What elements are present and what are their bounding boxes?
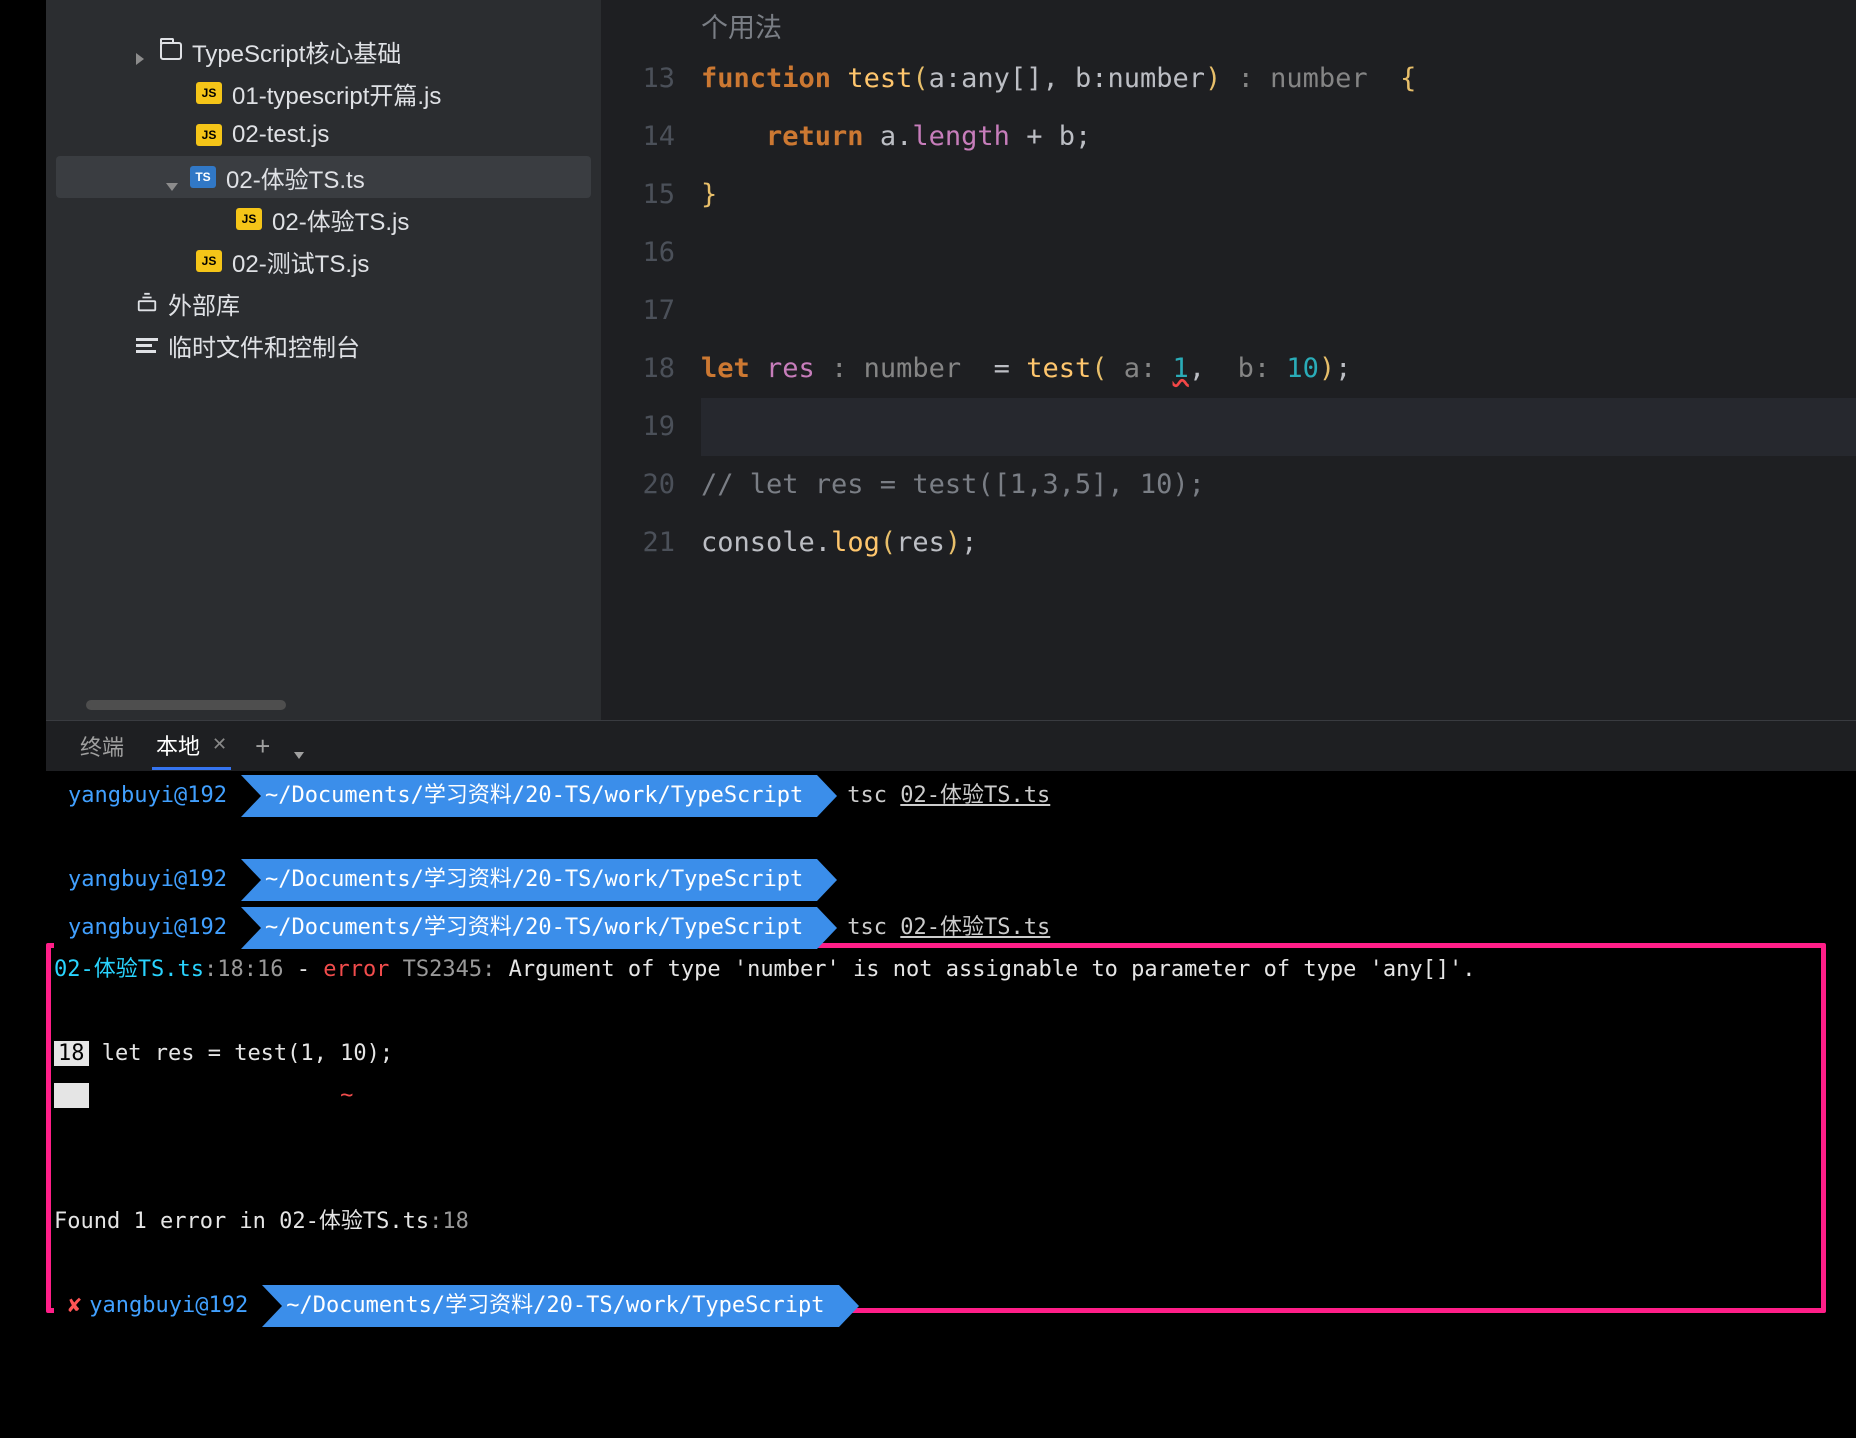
add-terminal-button[interactable]: + (255, 731, 270, 762)
ts-file-icon: TS (190, 166, 216, 188)
prompt-user-host: yangbuyi@192 (54, 775, 241, 817)
tree-label: 临时文件和控制台 (168, 328, 360, 363)
prompt-cwd: ~/Documents/学习资料/20-TS/work/TypeScript (241, 859, 817, 901)
code-line-20: // let res = test([1,3,5], 10); (701, 456, 1856, 514)
prompt-cwd: ~/Documents/学习资料/20-TS/work/TypeScript (241, 907, 817, 949)
line-number: 18 (601, 340, 675, 398)
terminal-prompt-line-1: yangbuyi@192 ~/Documents/学习资料/20-TS/work… (54, 775, 1848, 817)
tree-scratches-consoles[interactable]: 临时文件和控制台 (46, 324, 601, 366)
tree-label: 02-体验TS.ts (226, 160, 365, 195)
tree-label: 外部库 (168, 286, 240, 321)
tree-label: 01-typescript开篇.js (232, 76, 441, 111)
tree-file-02-ceshi-js[interactable]: JS 02-测试TS.js (46, 240, 601, 282)
tree-label: 02-体验TS.js (272, 202, 409, 237)
js-file-icon: JS (196, 82, 222, 104)
prompt-user-host: yangbuyi@192 (54, 859, 241, 901)
terminal-tab-local[interactable]: 本地 ✕ (152, 722, 231, 770)
code-line-15: } (701, 166, 1856, 224)
terminal-dropdown-icon[interactable] (294, 739, 308, 753)
prompt-cwd: ~/Documents/学习资料/20-TS/work/TypeScript (262, 1285, 838, 1327)
code-line-17 (701, 282, 1856, 340)
scratch-icon (136, 334, 158, 356)
tree-label: 02-test.js (232, 121, 329, 149)
line-number: 21 (601, 514, 675, 572)
chevron-right-icon[interactable] (136, 44, 150, 58)
terminal-tab-label: 本地 (156, 729, 200, 761)
tree-file-02-tiyan-js-child[interactable]: JS 02-体验TS.js (46, 198, 601, 240)
terminal-panel: 终端 本地 ✕ + yangbuyi@192 ~/Documents/学习资料/… (46, 720, 1856, 1438)
js-file-icon: JS (196, 250, 222, 272)
project-tree-sidebar[interactable]: TypeScript核心基础 JS 01-typescript开篇.js JS … (46, 0, 601, 720)
line-number: 20 (601, 456, 675, 514)
prompt-user-host: yangbuyi@192 (54, 907, 241, 949)
editor-sidebar-split: TypeScript核心基础 JS 01-typescript开篇.js JS … (46, 0, 1856, 720)
annotation-highlight-box (46, 943, 1826, 1313)
line-number: 16 (601, 224, 675, 282)
line-number: 13 (601, 50, 675, 108)
code-editor[interactable]: 13 14 15 16 17 18 19 20 21 个用法 function … (601, 0, 1856, 720)
close-icon[interactable]: ✕ (212, 734, 227, 755)
code-line-19-caret (701, 398, 1856, 456)
tree-file-01-typescript[interactable]: JS 01-typescript开篇.js (46, 72, 601, 114)
terminal-command: tsc 02-体验TS.ts (847, 775, 1050, 817)
line-number: 19 (601, 398, 675, 456)
terminal-tab-bar: 终端 本地 ✕ + (46, 721, 1856, 771)
code-line-13: function test(a:any[], b:number) : numbe… (701, 50, 1856, 108)
library-icon (136, 292, 158, 314)
ide-window: TypeScript核心基础 JS 01-typescript开篇.js JS … (46, 0, 1856, 1438)
prompt-user-host: ✘yangbuyi@192 (54, 1285, 262, 1327)
code-line-14: return a.length + b; (701, 108, 1856, 166)
terminal-prompt-line-2: yangbuyi@192 ~/Documents/学习资料/20-TS/work… (54, 859, 1848, 901)
tree-file-02-test[interactable]: JS 02-test.js (46, 114, 601, 156)
error-status-icon: ✘ (68, 1285, 81, 1327)
code-content[interactable]: 个用法 function test(a:any[], b:number) : n… (701, 20, 1856, 720)
sidebar-horizontal-scrollbar[interactable] (86, 700, 286, 710)
tree-label: 02-测试TS.js (232, 244, 369, 279)
chevron-down-icon[interactable] (166, 170, 180, 184)
terminal-tab-label: 终端 (80, 730, 124, 762)
code-line-21: console.log(res); (701, 514, 1856, 572)
tree-label: TypeScript核心基础 (192, 34, 401, 69)
terminal-tab-main[interactable]: 终端 (76, 722, 128, 770)
line-number: 14 (601, 108, 675, 166)
js-file-icon: JS (236, 208, 262, 230)
js-file-icon: JS (196, 124, 222, 146)
line-number-gutter: 13 14 15 16 17 18 19 20 21 (601, 20, 701, 720)
line-number: 15 (601, 166, 675, 224)
terminal-output[interactable]: yangbuyi@192 ~/Documents/学习资料/20-TS/work… (46, 771, 1856, 1438)
tree-folder-typescript-basics[interactable]: TypeScript核心基础 (46, 30, 601, 72)
prompt-cwd: ~/Documents/学习资料/20-TS/work/TypeScript (241, 775, 817, 817)
code-line-16 (701, 224, 1856, 282)
tree-file-02-tiyan-ts-selected[interactable]: TS 02-体验TS.ts (56, 156, 591, 198)
tree-external-libs[interactable]: 外部库 (46, 282, 601, 324)
code-line-18: let res : number = test( a: 1, b: 10); (701, 340, 1856, 398)
line-number: 17 (601, 282, 675, 340)
folder-icon (160, 42, 182, 60)
code-line-partial: 个用法 (701, 20, 1856, 50)
